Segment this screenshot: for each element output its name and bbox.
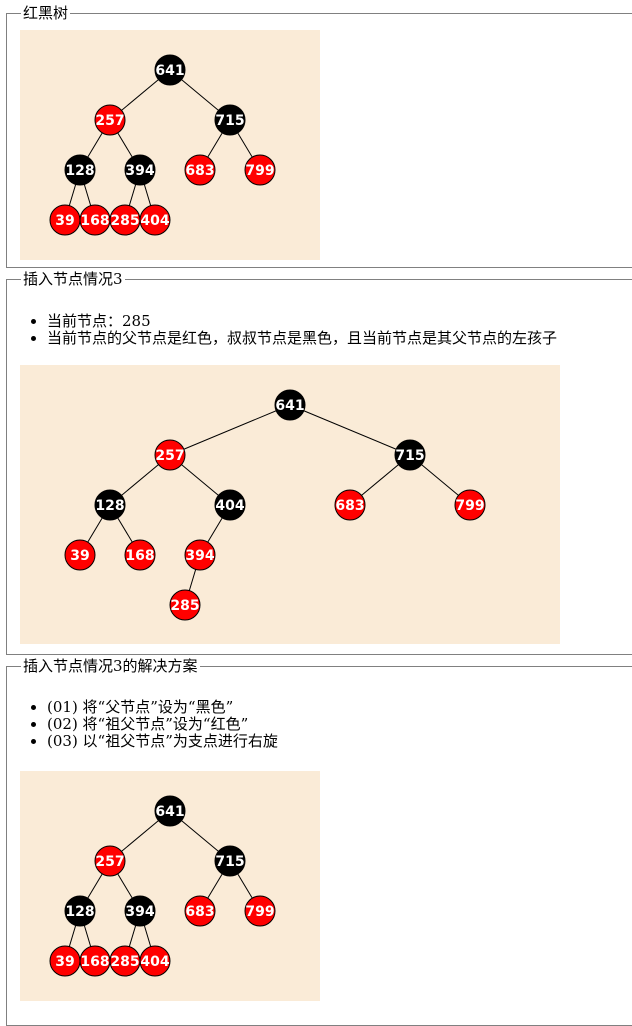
tree-node-394: 394 — [124, 154, 156, 186]
node-label: 168 — [80, 954, 109, 970]
tree-node-799: 799 — [244, 895, 276, 927]
node-label: 168 — [125, 548, 154, 564]
tree-node-799: 799 — [454, 489, 486, 521]
tree-node-257: 257 — [154, 439, 186, 471]
node-label: 285 — [110, 954, 139, 970]
tree-canvas: 641 257 715 128 394 683 799 39 168 285 404 — [20, 771, 320, 1001]
node-label: 641 — [155, 804, 184, 820]
tree-node-641: 641 — [274, 389, 306, 421]
tree-node-168: 168 — [79, 945, 111, 977]
bullet-item: (02) 将“祖父节点”设为“红色” — [47, 716, 278, 733]
node-label: 715 — [395, 448, 424, 464]
tree-node-683: 683 — [184, 895, 216, 927]
node-label: 683 — [335, 498, 364, 514]
node-label: 285 — [110, 213, 139, 229]
section-legend: 插入节点情况3的解决方案 — [21, 657, 200, 675]
tree-node-39: 39 — [49, 945, 81, 977]
node-label: 285 — [170, 598, 199, 614]
node-label: 641 — [275, 398, 304, 414]
node-label: 128 — [65, 904, 94, 920]
tree-node-128: 128 — [94, 489, 126, 521]
node-label: 257 — [95, 113, 124, 129]
node-label: 641 — [155, 63, 184, 79]
node-label: 257 — [95, 854, 124, 870]
node-label: 404 — [140, 213, 169, 229]
node-label: 128 — [65, 163, 94, 179]
bullet-item: (03) 以“祖父节点”为支点进行右旋 — [47, 733, 278, 750]
tree-diagram: 641 257 715 128 404 683 799 39 168 394 285 — [64, 389, 486, 621]
tree-node-257: 257 — [94, 845, 126, 877]
node-label: 394 — [125, 904, 154, 920]
tree-node-404: 404 — [139, 204, 171, 236]
section-red-black-tree: 红黑树 641 257 715 128 394 683 799 39 168 285 404 — [6, 5, 632, 268]
tree-node-715: 715 — [214, 104, 246, 136]
tree-node-641: 641 — [154, 795, 186, 827]
node-label: 683 — [185, 904, 214, 920]
tree-edge — [169, 404, 291, 456]
tree-node-641: 641 — [154, 54, 186, 86]
tree-node-683: 683 — [334, 489, 366, 521]
section-insert-case-3-solution: 插入节点情况3的解决方案 (01) 将“父节点”设为“黑色” (02) 将“祖父… — [6, 658, 632, 1026]
tree-node-394: 394 — [184, 539, 216, 571]
node-label: 683 — [185, 163, 214, 179]
bullet-list: (01) 将“父节点”设为“黑色” (02) 将“祖父节点”设为“红色” (03… — [47, 699, 278, 750]
tree-diagram: 641 257 715 128 394 683 799 39 168 285 404 — [49, 54, 276, 236]
tree-canvas: 641 257 715 128 394 683 799 39 168 285 404 — [20, 30, 320, 260]
tree-node-285: 285 — [109, 945, 141, 977]
tree-node-168: 168 — [124, 539, 156, 571]
node-label: 715 — [215, 113, 244, 129]
tree-node-39: 39 — [64, 539, 96, 571]
bullet-list: 当前节点：285 当前节点的父节点是红色，叔叔节点是黑色，且当前节点是其父节点的… — [47, 313, 557, 347]
tree-node-128: 128 — [64, 154, 96, 186]
tree-node-404: 404 — [139, 945, 171, 977]
tree-node-39: 39 — [49, 204, 81, 236]
section-legend: 插入节点情况3 — [21, 270, 125, 288]
tree-node-285: 285 — [109, 204, 141, 236]
tree-node-128: 128 — [64, 895, 96, 927]
node-label: 128 — [95, 498, 124, 514]
node-label: 799 — [455, 498, 484, 514]
node-label: 799 — [245, 904, 274, 920]
tree-node-683: 683 — [184, 154, 216, 186]
bullet-item: 当前节点的父节点是红色，叔叔节点是黑色，且当前节点是其父节点的左孩子 — [47, 330, 557, 347]
tree-node-715: 715 — [394, 439, 426, 471]
node-label: 715 — [215, 854, 244, 870]
node-label: 394 — [185, 548, 214, 564]
node-label: 257 — [155, 448, 184, 464]
node-label: 168 — [80, 213, 109, 229]
tree-node-394: 394 — [124, 895, 156, 927]
node-label: 39 — [55, 954, 74, 970]
tree-node-285: 285 — [169, 589, 201, 621]
node-label: 39 — [70, 548, 89, 564]
tree-node-715: 715 — [214, 845, 246, 877]
node-label: 394 — [125, 163, 154, 179]
node-label: 799 — [245, 163, 274, 179]
tree-node-168: 168 — [79, 204, 111, 236]
tree-diagram: 641 257 715 128 394 683 799 39 168 285 404 — [49, 795, 276, 977]
node-label: 39 — [55, 213, 74, 229]
tree-node-799: 799 — [244, 154, 276, 186]
bullet-item: 当前节点：285 — [47, 313, 557, 330]
tree-node-257: 257 — [94, 104, 126, 136]
node-label: 404 — [140, 954, 169, 970]
bullet-item: (01) 将“父节点”设为“黑色” — [47, 699, 278, 716]
section-legend: 红黑树 — [21, 4, 71, 22]
tree-canvas: 641 257 715 128 404 683 799 39 168 394 285 — [20, 365, 560, 644]
tree-node-404: 404 — [214, 489, 246, 521]
node-label: 404 — [215, 498, 244, 514]
section-insert-case-3: 插入节点情况3 当前节点：285 当前节点的父节点是红色，叔叔节点是黑色，且当前… — [6, 271, 632, 655]
tree-edge — [289, 404, 411, 456]
